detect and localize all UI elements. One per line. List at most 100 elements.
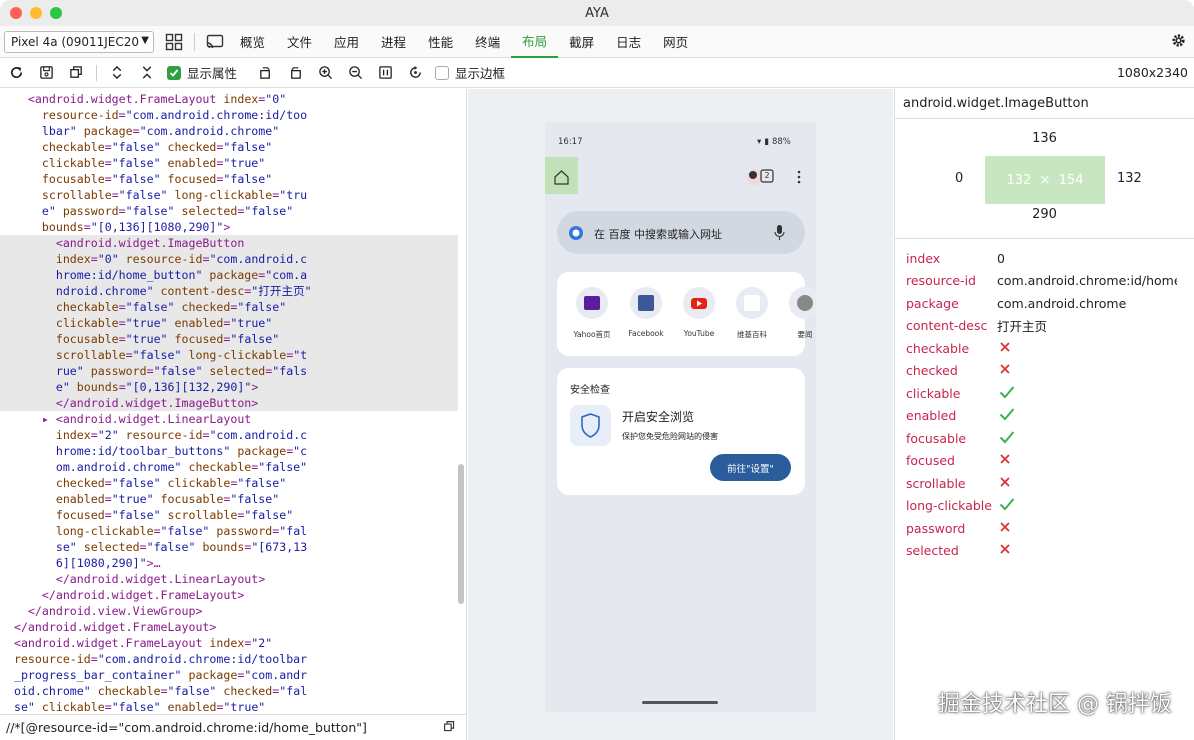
zoom-out-icon[interactable] — [345, 63, 365, 83]
xml-line[interactable]: scrollable="false" long-clickable="t — [0, 347, 458, 363]
tab-3[interactable]: 进程 — [370, 26, 417, 58]
xml-line[interactable]: clickable="false" enabled="true" — [0, 155, 458, 171]
home-button-region[interactable] — [545, 157, 578, 194]
tree-scrollbar[interactable] — [458, 464, 464, 604]
xml-line[interactable]: </android.widget.FrameLayout> — [0, 619, 458, 635]
close-window-button[interactable] — [10, 7, 22, 19]
xml-line[interactable]: </android.widget.LinearLayout> — [0, 571, 458, 587]
shortcut-label[interactable]: YouTube — [684, 329, 715, 338]
zoom-in-icon[interactable] — [315, 63, 335, 83]
shortcut-label[interactable]: Facebook — [628, 329, 663, 338]
shortcut-label[interactable]: 维基百科 — [737, 329, 767, 340]
xml-line[interactable]: oid.chrome" checkable="false" checked="f… — [0, 683, 458, 699]
save-icon[interactable] — [36, 63, 56, 83]
device-screen[interactable]: 16:17 ▾ ▮ 88% 2 在 百度 中搜索或输入网址 Yahoo首页 Fac… — [545, 122, 816, 712]
copy-icon[interactable] — [66, 63, 86, 83]
property-key: clickable — [906, 385, 961, 401]
device-select[interactable]: Pixel 4a (09011JEC204 ▼ — [4, 30, 154, 53]
xml-line[interactable]: <android.widget.FrameLayout index="0" — [0, 91, 458, 107]
xml-token: selected — [174, 204, 238, 218]
xml-line[interactable]: long-clickable="false" password="fal — [0, 523, 458, 539]
xml-line[interactable]: </android.widget.ImageButton> — [0, 395, 458, 411]
xml-line[interactable]: se" clickable="false" enabled="true" — [0, 699, 458, 715]
check-icon — [997, 497, 1177, 514]
rotate-left-icon[interactable] — [255, 63, 275, 83]
xml-line[interactable]: <android.widget.ImageButton — [0, 235, 458, 251]
xml-token: checkable — [0, 140, 105, 154]
xml-line[interactable]: rue" password="false" selected="fals — [0, 363, 458, 379]
xml-token: checked — [216, 684, 273, 698]
tab-8[interactable]: 日志 — [605, 26, 652, 58]
xml-token: enabled — [0, 492, 105, 506]
property-row: password — [895, 517, 1194, 540]
tab-7[interactable]: 截屏 — [558, 26, 605, 58]
rotate-right-icon[interactable] — [285, 63, 305, 83]
xml-line[interactable]: bounds="[0,136][1080,290]"> — [0, 219, 458, 235]
xml-line[interactable]: e" password="false" selected="false" — [0, 203, 458, 219]
xml-token: "false" — [237, 300, 287, 314]
xml-line[interactable]: </android.view.ViewGroup> — [0, 603, 458, 619]
microphone-icon[interactable] — [771, 225, 787, 241]
xml-line[interactable]: ndroid.chrome" content-desc="打开主页" — [0, 283, 458, 299]
xml-line[interactable]: hrome:id/toolbar_buttons" package="c — [0, 443, 458, 459]
xml-line[interactable]: resource-id="com.android.chrome:id/too — [0, 107, 458, 123]
xml-line[interactable]: scrollable="false" long-clickable="tru — [0, 187, 458, 203]
xml-line[interactable]: </android.widget.FrameLayout> — [0, 587, 458, 603]
tab-6[interactable]: 布局 — [511, 26, 559, 58]
xml-line[interactable]: lbar" package="com.android.chrome" — [0, 123, 458, 139]
xml-token: "false" — [153, 364, 203, 378]
grid-layout-icon[interactable] — [164, 32, 184, 52]
cross-icon — [997, 341, 1177, 356]
go-settings-button[interactable]: 前往"设置" — [710, 461, 791, 475]
xml-tree[interactable]: <android.widget.FrameLayout index="0" re… — [0, 91, 458, 715]
xml-line[interactable]: enabled="true" focusable="false" — [0, 491, 458, 507]
more-menu-icon[interactable] — [793, 168, 805, 186]
collapse-all-icon[interactable] — [137, 63, 157, 83]
refresh-icon[interactable] — [6, 63, 26, 83]
shortcut-label[interactable]: 要闻 — [798, 329, 813, 340]
xml-line[interactable]: focusable="true" focused="false" — [0, 331, 458, 347]
xml-line[interactable]: index="0" resource-id="com.android.c — [0, 251, 458, 267]
reset-zoom-icon[interactable] — [405, 63, 425, 83]
copy-icon[interactable] — [443, 720, 456, 736]
xml-line[interactable]: ▸ <android.widget.LinearLayout — [0, 411, 458, 427]
zoom-window-button[interactable] — [50, 7, 62, 19]
xpath-text[interactable]: //*[@resource-id="com.android.chrome:id/… — [6, 720, 367, 735]
xml-token: resource-id — [118, 428, 203, 442]
xml-line[interactable]: _progress_bar_container" package="com.an… — [0, 667, 458, 683]
tab-1[interactable]: 文件 — [276, 26, 323, 58]
minimize-window-button[interactable] — [30, 7, 42, 19]
tab-5[interactable]: 终端 — [464, 26, 511, 58]
xml-line[interactable]: checkable="false" checked="false" — [0, 139, 458, 155]
xml-line[interactable]: focused="false" scrollable="false" — [0, 507, 458, 523]
xml-line[interactable]: resource-id="com.android.chrome:id/toolb… — [0, 651, 458, 667]
fit-screen-icon[interactable] — [375, 63, 395, 83]
xml-line[interactable]: hrome:id/home_button" package="com.a — [0, 267, 458, 283]
tab-9[interactable]: 网页 — [652, 26, 699, 58]
omnibox-placeholder[interactable]: 在 百度 中搜索或输入网址 — [594, 226, 722, 242]
tab-0[interactable]: 概览 — [229, 26, 276, 58]
property-key: scrollable — [906, 475, 966, 491]
gear-icon[interactable] — [1171, 33, 1186, 51]
xml-line[interactable]: e" bounds="[0,136][132,290]"> — [0, 379, 458, 395]
cast-screen-icon[interactable] — [205, 32, 225, 52]
xml-line[interactable]: focusable="false" focused="false" — [0, 171, 458, 187]
xml-line[interactable]: se" selected="false" bounds="[673,13 — [0, 539, 458, 555]
xml-token: om.android.chrome" — [0, 460, 182, 474]
show-attrs-checkbox[interactable] — [167, 65, 181, 80]
tab-2[interactable]: 应用 — [323, 26, 370, 58]
expand-all-icon[interactable] — [107, 63, 127, 83]
xml-line[interactable]: checked="false" clickable="false" — [0, 475, 458, 491]
xml-line[interactable]: <android.widget.FrameLayout index="2" — [0, 635, 458, 651]
property-key: checked — [906, 363, 958, 379]
xml-token: "[673,13 — [251, 540, 308, 554]
show-border-checkbox[interactable] — [435, 65, 450, 80]
xml-line[interactable]: clickable="true" enabled="true" — [0, 315, 458, 331]
property-key: long-clickable — [906, 498, 992, 514]
xml-line[interactable]: 6][1080,290]">… — [0, 555, 458, 571]
shortcut-label[interactable]: Yahoo首页 — [573, 329, 610, 340]
xml-line[interactable]: om.android.chrome" checkable="false" — [0, 459, 458, 475]
xml-line[interactable]: index="2" resource-id="com.android.c — [0, 427, 458, 443]
tab-4[interactable]: 性能 — [417, 26, 464, 58]
xml-line[interactable]: checkable="false" checked="false" — [0, 299, 458, 315]
